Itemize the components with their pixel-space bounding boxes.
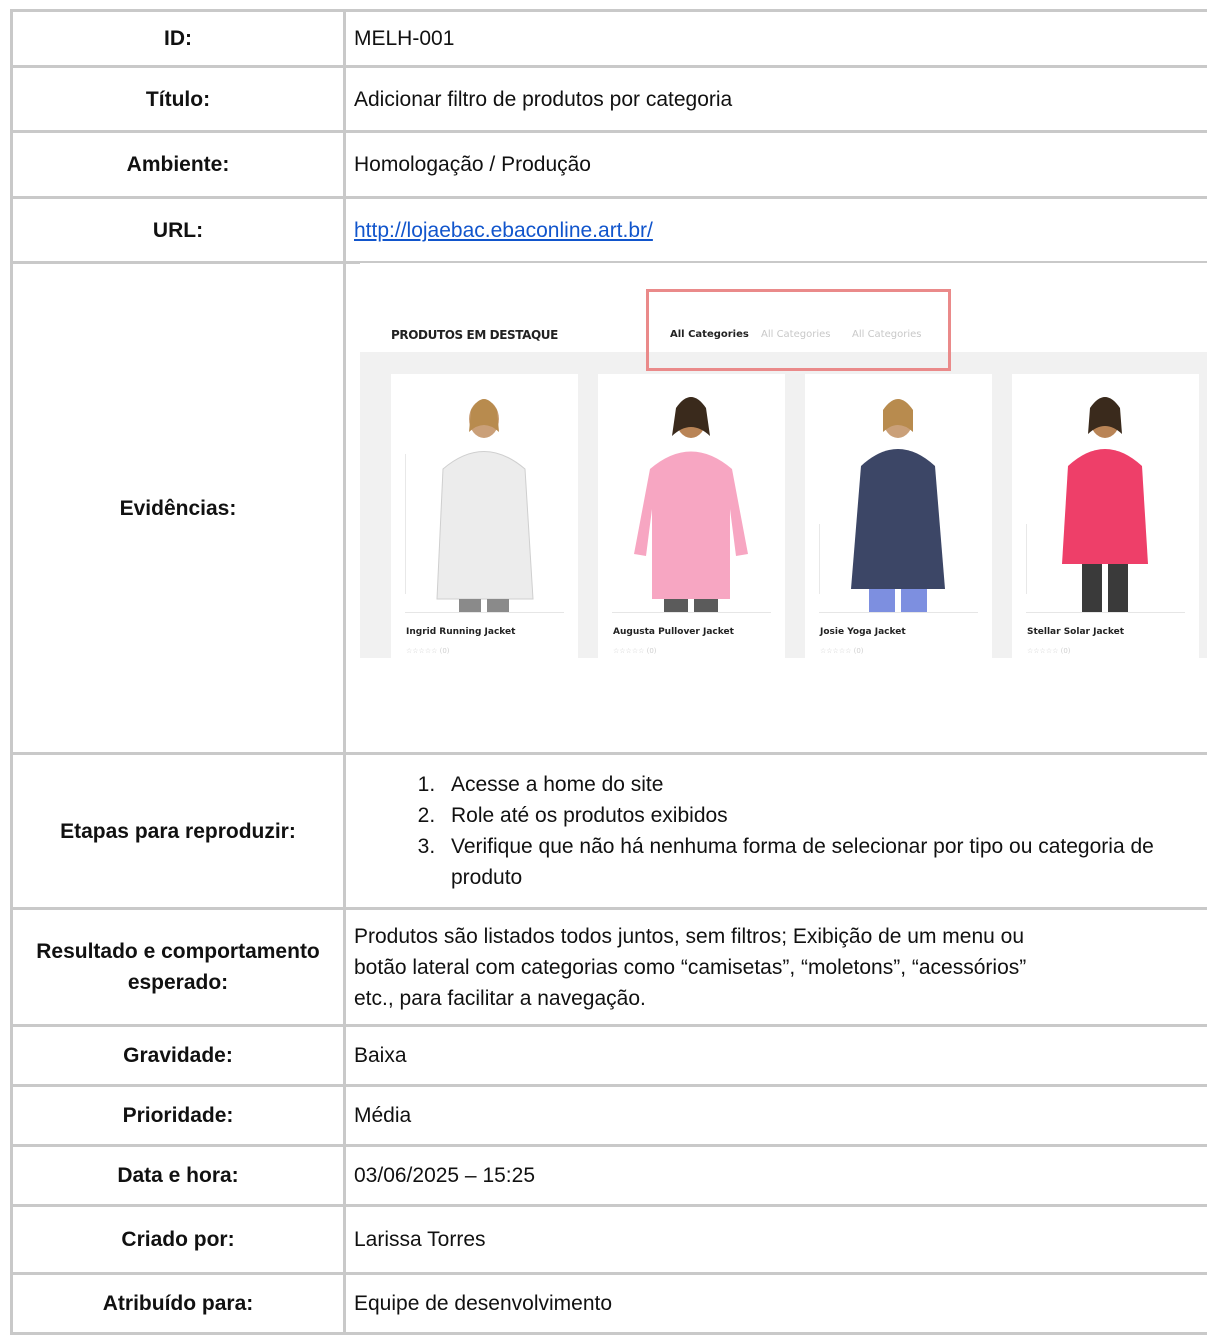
value-titulo: Adicionar filtro de produtos por categor… (354, 87, 733, 111)
value-url: http://lojaebac.ebaconline.art.br/ (346, 199, 1207, 261)
value-prioridade: Média (354, 1104, 412, 1127)
row-id: ID: MELH-001 (10, 9, 1207, 68)
label-evidencias: Evidências: (10, 264, 346, 752)
value-gravidade: Baixa (354, 1044, 407, 1067)
label-etapas: Etapas para reproduzir: (10, 755, 346, 907)
product-rating: ☆☆☆☆☆ (0) (1027, 647, 1071, 655)
label-titulo: Título: (10, 68, 346, 130)
product-rating: ☆☆☆☆☆ (0) (613, 647, 657, 655)
jacket-shape (851, 449, 945, 589)
step-item: Acesse a home do site (441, 769, 1207, 800)
label-atribuido: Atribuído para: (10, 1275, 346, 1332)
label-prioridade: Prioridade: (10, 1087, 346, 1144)
product-image (405, 399, 534, 612)
product-name[interactable]: Josie Yoga Jacket (820, 627, 906, 637)
row-criado: Criado por: Larissa Torres (10, 1207, 1207, 1275)
value-ambiente: Homologação / Produção (354, 153, 591, 176)
jacket-shape (634, 451, 748, 599)
product-image (634, 397, 748, 612)
step-item: Role até os produtos exibidos (441, 800, 1207, 831)
label-id: ID: (10, 12, 346, 65)
value-data: 03/06/2025 – 15:25 (354, 1164, 536, 1187)
resultado-line: botão lateral com categorias como “camis… (354, 955, 1027, 979)
section-title: PRODUTOS EM DESTAQUE (391, 328, 558, 342)
label-url: URL: (10, 199, 346, 261)
product-rating: ☆☆☆☆☆ (0) (820, 647, 864, 655)
product-name[interactable]: Ingrid Running Jacket (406, 627, 515, 637)
product-card[interactable]: Augusta Pullover Jacket ☆☆☆☆☆ (0) (598, 374, 785, 658)
row-etapas: Etapas para reproduzir: Acesse a home do… (10, 755, 1207, 910)
steps-list: Acesse a home do site Role até os produt… (346, 769, 1207, 893)
row-atribuido: Atribuído para: Equipe de desenvolviment… (10, 1275, 1207, 1335)
row-ambiente: Ambiente: Homologação / Produção (10, 133, 1207, 199)
row-resultado: Resultado e comportamento esperado: Prod… (10, 910, 1207, 1027)
value-atribuido: Equipe de desenvolvimento (354, 1292, 613, 1315)
product-card[interactable]: Ingrid Running Jacket ☆☆☆☆☆ (0) (391, 374, 578, 658)
product-name[interactable]: Stellar Solar Jacket (1027, 627, 1124, 637)
resultado-line: Produtos são listados todos juntos, sem … (354, 924, 1025, 948)
highlight-box (646, 289, 951, 371)
step-item: Verifique que não há nenhuma forma de se… (441, 831, 1207, 893)
product-name[interactable]: Augusta Pullover Jacket (613, 627, 734, 637)
resultado-line: etc., para facilitar a navegação. (354, 986, 646, 1010)
row-data: Data e hora: 03/06/2025 – 15:25 (10, 1147, 1207, 1207)
product-image (819, 399, 945, 612)
label-data: Data e hora: (10, 1147, 346, 1204)
value-criado: Larissa Torres (354, 1228, 486, 1251)
jacket-shape (436, 451, 534, 600)
evidence-screenshot: PRODUTOS EM DESTAQUE All Categories All … (360, 263, 1207, 658)
value-etapas: Acesse a home do site Role até os produt… (346, 755, 1207, 907)
row-url: URL: http://lojaebac.ebaconline.art.br/ (10, 199, 1207, 264)
label-ambiente: Ambiente: (10, 133, 346, 196)
jacket-shape (1062, 449, 1148, 564)
url-link[interactable]: http://lojaebac.ebaconline.art.br/ (354, 215, 653, 246)
product-card[interactable]: Stellar Solar Jacket ☆☆☆☆☆ (0) (1012, 374, 1199, 658)
label-gravidade: Gravidade: (10, 1027, 346, 1084)
value-id: MELH-001 (354, 27, 455, 50)
row-gravidade: Gravidade: Baixa (10, 1027, 1207, 1087)
row-titulo: Título: Adicionar filtro de produtos por… (10, 68, 1207, 133)
product-image (1026, 397, 1148, 612)
label-resultado: Resultado e comportamento esperado: (10, 910, 346, 1024)
value-resultado: Produtos são listados todos juntos, sem … (346, 910, 1207, 1024)
product-rating: ☆☆☆☆☆ (0) (406, 647, 450, 655)
bug-report-table: ID: MELH-001 Título: Adicionar filtro de… (10, 9, 1207, 1335)
product-card[interactable]: Josie Yoga Jacket ☆☆☆☆☆ (0) (805, 374, 992, 658)
label-criado: Criado por: (10, 1207, 346, 1272)
row-prioridade: Prioridade: Média (10, 1087, 1207, 1147)
